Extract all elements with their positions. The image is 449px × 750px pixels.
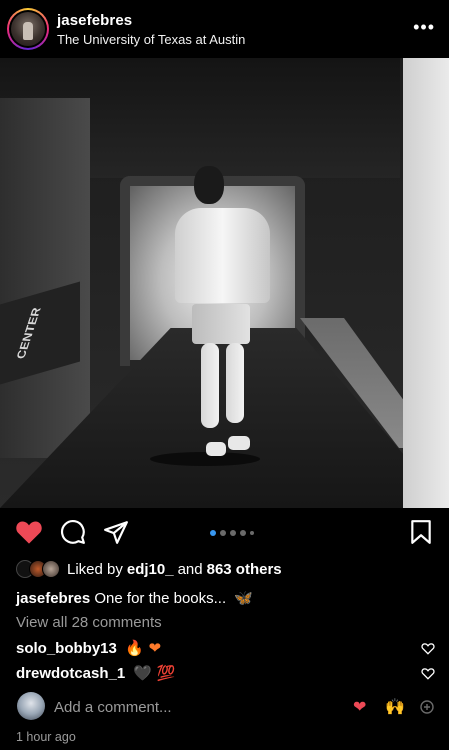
add-comment-input[interactable]: Add a comment... bbox=[54, 699, 172, 716]
butterfly-emoji: 🦋 bbox=[234, 589, 253, 607]
my-avatar bbox=[17, 692, 45, 720]
comment-username[interactable]: drewdotcash_1 bbox=[16, 665, 125, 682]
post-header: jasefebres The University of Texas at Au… bbox=[0, 0, 449, 58]
carousel-dot bbox=[250, 531, 254, 535]
comment-username[interactable]: solo_bobby13 bbox=[16, 640, 117, 657]
small-heart-icon[interactable] bbox=[421, 667, 435, 685]
post-timestamp: 1 hour ago bbox=[16, 730, 76, 744]
likes-row[interactable]: Liked by edj10_ and 863 others bbox=[16, 560, 282, 578]
add-comment-row: Add a comment... ❤ 🙌 bbox=[0, 692, 449, 722]
post-username[interactable]: jasefebres bbox=[57, 12, 245, 29]
likes-prefix: Liked by bbox=[67, 560, 123, 578]
quick-reaction-heart[interactable]: ❤ bbox=[353, 697, 366, 716]
quick-reaction-hands[interactable]: 🙌 bbox=[385, 697, 405, 716]
post-location[interactable]: The University of Texas at Austin bbox=[57, 32, 245, 47]
comment-text: 🖤 💯 bbox=[133, 664, 176, 682]
carousel-dot bbox=[240, 530, 246, 536]
post-image[interactable]: CENTER bbox=[0, 58, 449, 508]
save-icon[interactable] bbox=[410, 519, 432, 550]
likes-middle: and bbox=[177, 560, 203, 578]
more-icon[interactable]: ••• bbox=[413, 18, 435, 36]
profile-avatar[interactable] bbox=[7, 8, 49, 50]
small-heart-icon[interactable] bbox=[421, 642, 435, 660]
carousel-dot bbox=[210, 530, 216, 536]
user-block: jasefebres The University of Texas at Au… bbox=[57, 12, 245, 47]
plus-icon[interactable] bbox=[420, 700, 434, 719]
caption-text: One for the books... bbox=[94, 590, 227, 607]
caption: jasefebres One for the books... 🦋 bbox=[16, 589, 253, 607]
share-icon[interactable] bbox=[103, 519, 129, 550]
action-bar bbox=[0, 515, 449, 551]
carousel-indicator bbox=[210, 530, 254, 536]
liker-avatars bbox=[16, 560, 60, 578]
comment-item: solo_bobby13 🔥 ❤ bbox=[16, 639, 161, 657]
heart-icon[interactable] bbox=[15, 519, 43, 550]
comment-text: 🔥 ❤ bbox=[125, 639, 162, 657]
view-all-comments-link[interactable]: View all 28 comments bbox=[16, 614, 162, 631]
comment-icon[interactable] bbox=[60, 519, 86, 550]
carousel-dot bbox=[230, 530, 236, 536]
carousel-dot bbox=[220, 530, 226, 536]
caption-username[interactable]: jasefebres bbox=[16, 590, 90, 607]
likes-user[interactable]: edj10_ bbox=[127, 561, 174, 578]
comment-item: drewdotcash_1 🖤 💯 bbox=[16, 664, 176, 682]
likes-others[interactable]: 863 others bbox=[207, 561, 282, 578]
